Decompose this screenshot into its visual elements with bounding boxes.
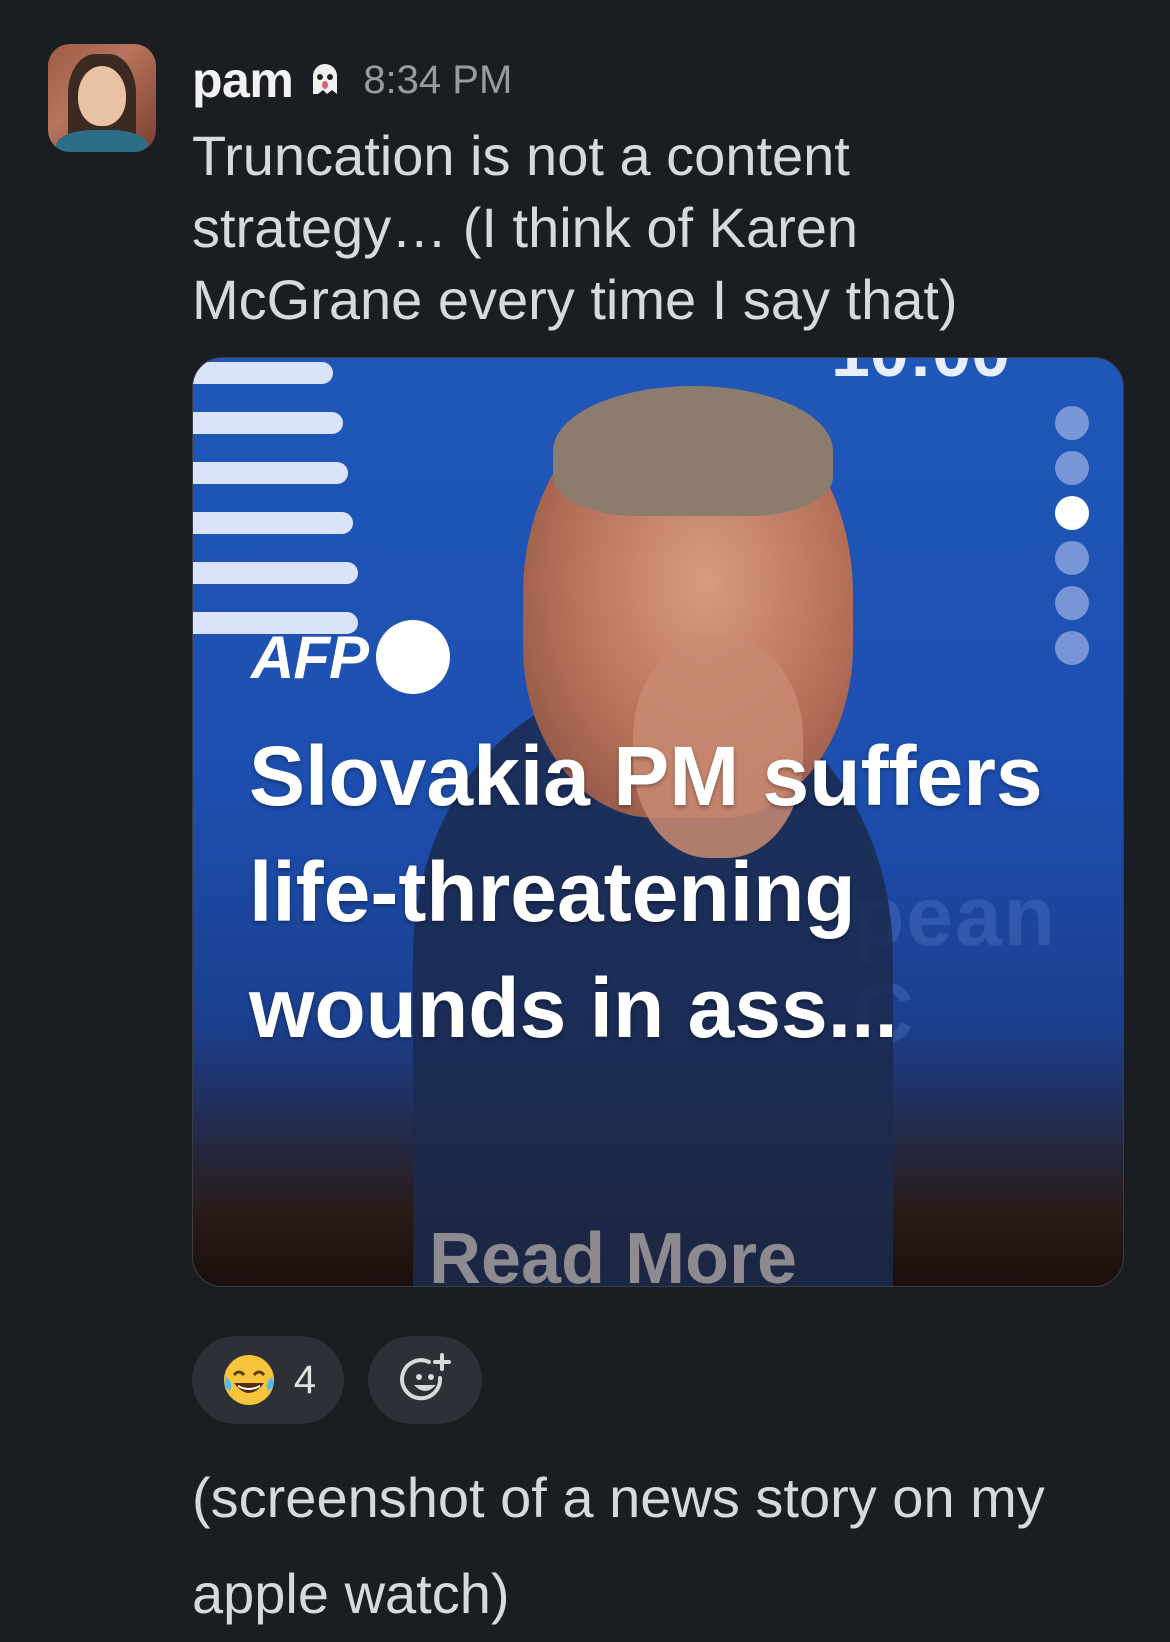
add-reaction-icon — [400, 1353, 451, 1401]
username[interactable]: pam — [192, 51, 294, 109]
user-avatar[interactable] — [48, 44, 156, 152]
reaction-count: 4 — [293, 1357, 317, 1402]
source-logo: AFP — [251, 620, 450, 694]
caption-text: (screenshot of a news story on my apple … — [192, 1466, 1045, 1625]
page-dot-active — [1055, 496, 1089, 530]
add-reaction-button[interactable] — [368, 1336, 482, 1424]
source-name: AFP — [251, 623, 369, 691]
tears-of-joy-emoji-icon — [223, 1355, 274, 1405]
page-dot — [1055, 631, 1089, 665]
ghost-icon — [313, 64, 338, 94]
avatar-shirt — [56, 130, 148, 152]
reaction-bar: 4 — [192, 1336, 482, 1424]
timestamp[interactable]: 8:34 PM — [363, 58, 512, 103]
background-stripe — [193, 462, 348, 484]
reaction-laugh-button[interactable]: 4 — [192, 1336, 344, 1424]
background-stripe — [193, 512, 353, 534]
image-attachment[interactable]: pean C 10:00 AFP Slovakia PM suffers lif… — [192, 357, 1124, 1287]
page-dot — [1055, 541, 1089, 575]
background-stripe — [193, 562, 358, 584]
page-indicator — [1055, 406, 1089, 665]
page-dot — [1055, 406, 1089, 440]
message-header: pam 8:34 PM — [192, 50, 512, 110]
page-dot — [1055, 451, 1089, 485]
watch-clock: 10:00 — [831, 358, 1010, 392]
photo-hair — [553, 386, 833, 516]
avatar-face — [78, 66, 126, 126]
news-headline: Slovakia PM suffers life-threatening wou… — [249, 729, 1043, 1055]
page-dot — [1055, 586, 1089, 620]
message-text: Truncation is not a content strategy… (I… — [192, 124, 958, 331]
background-stripe — [193, 412, 343, 434]
read-more-link: Read More — [429, 1219, 798, 1287]
source-logo-dot — [376, 620, 450, 694]
background-stripe — [193, 362, 333, 384]
